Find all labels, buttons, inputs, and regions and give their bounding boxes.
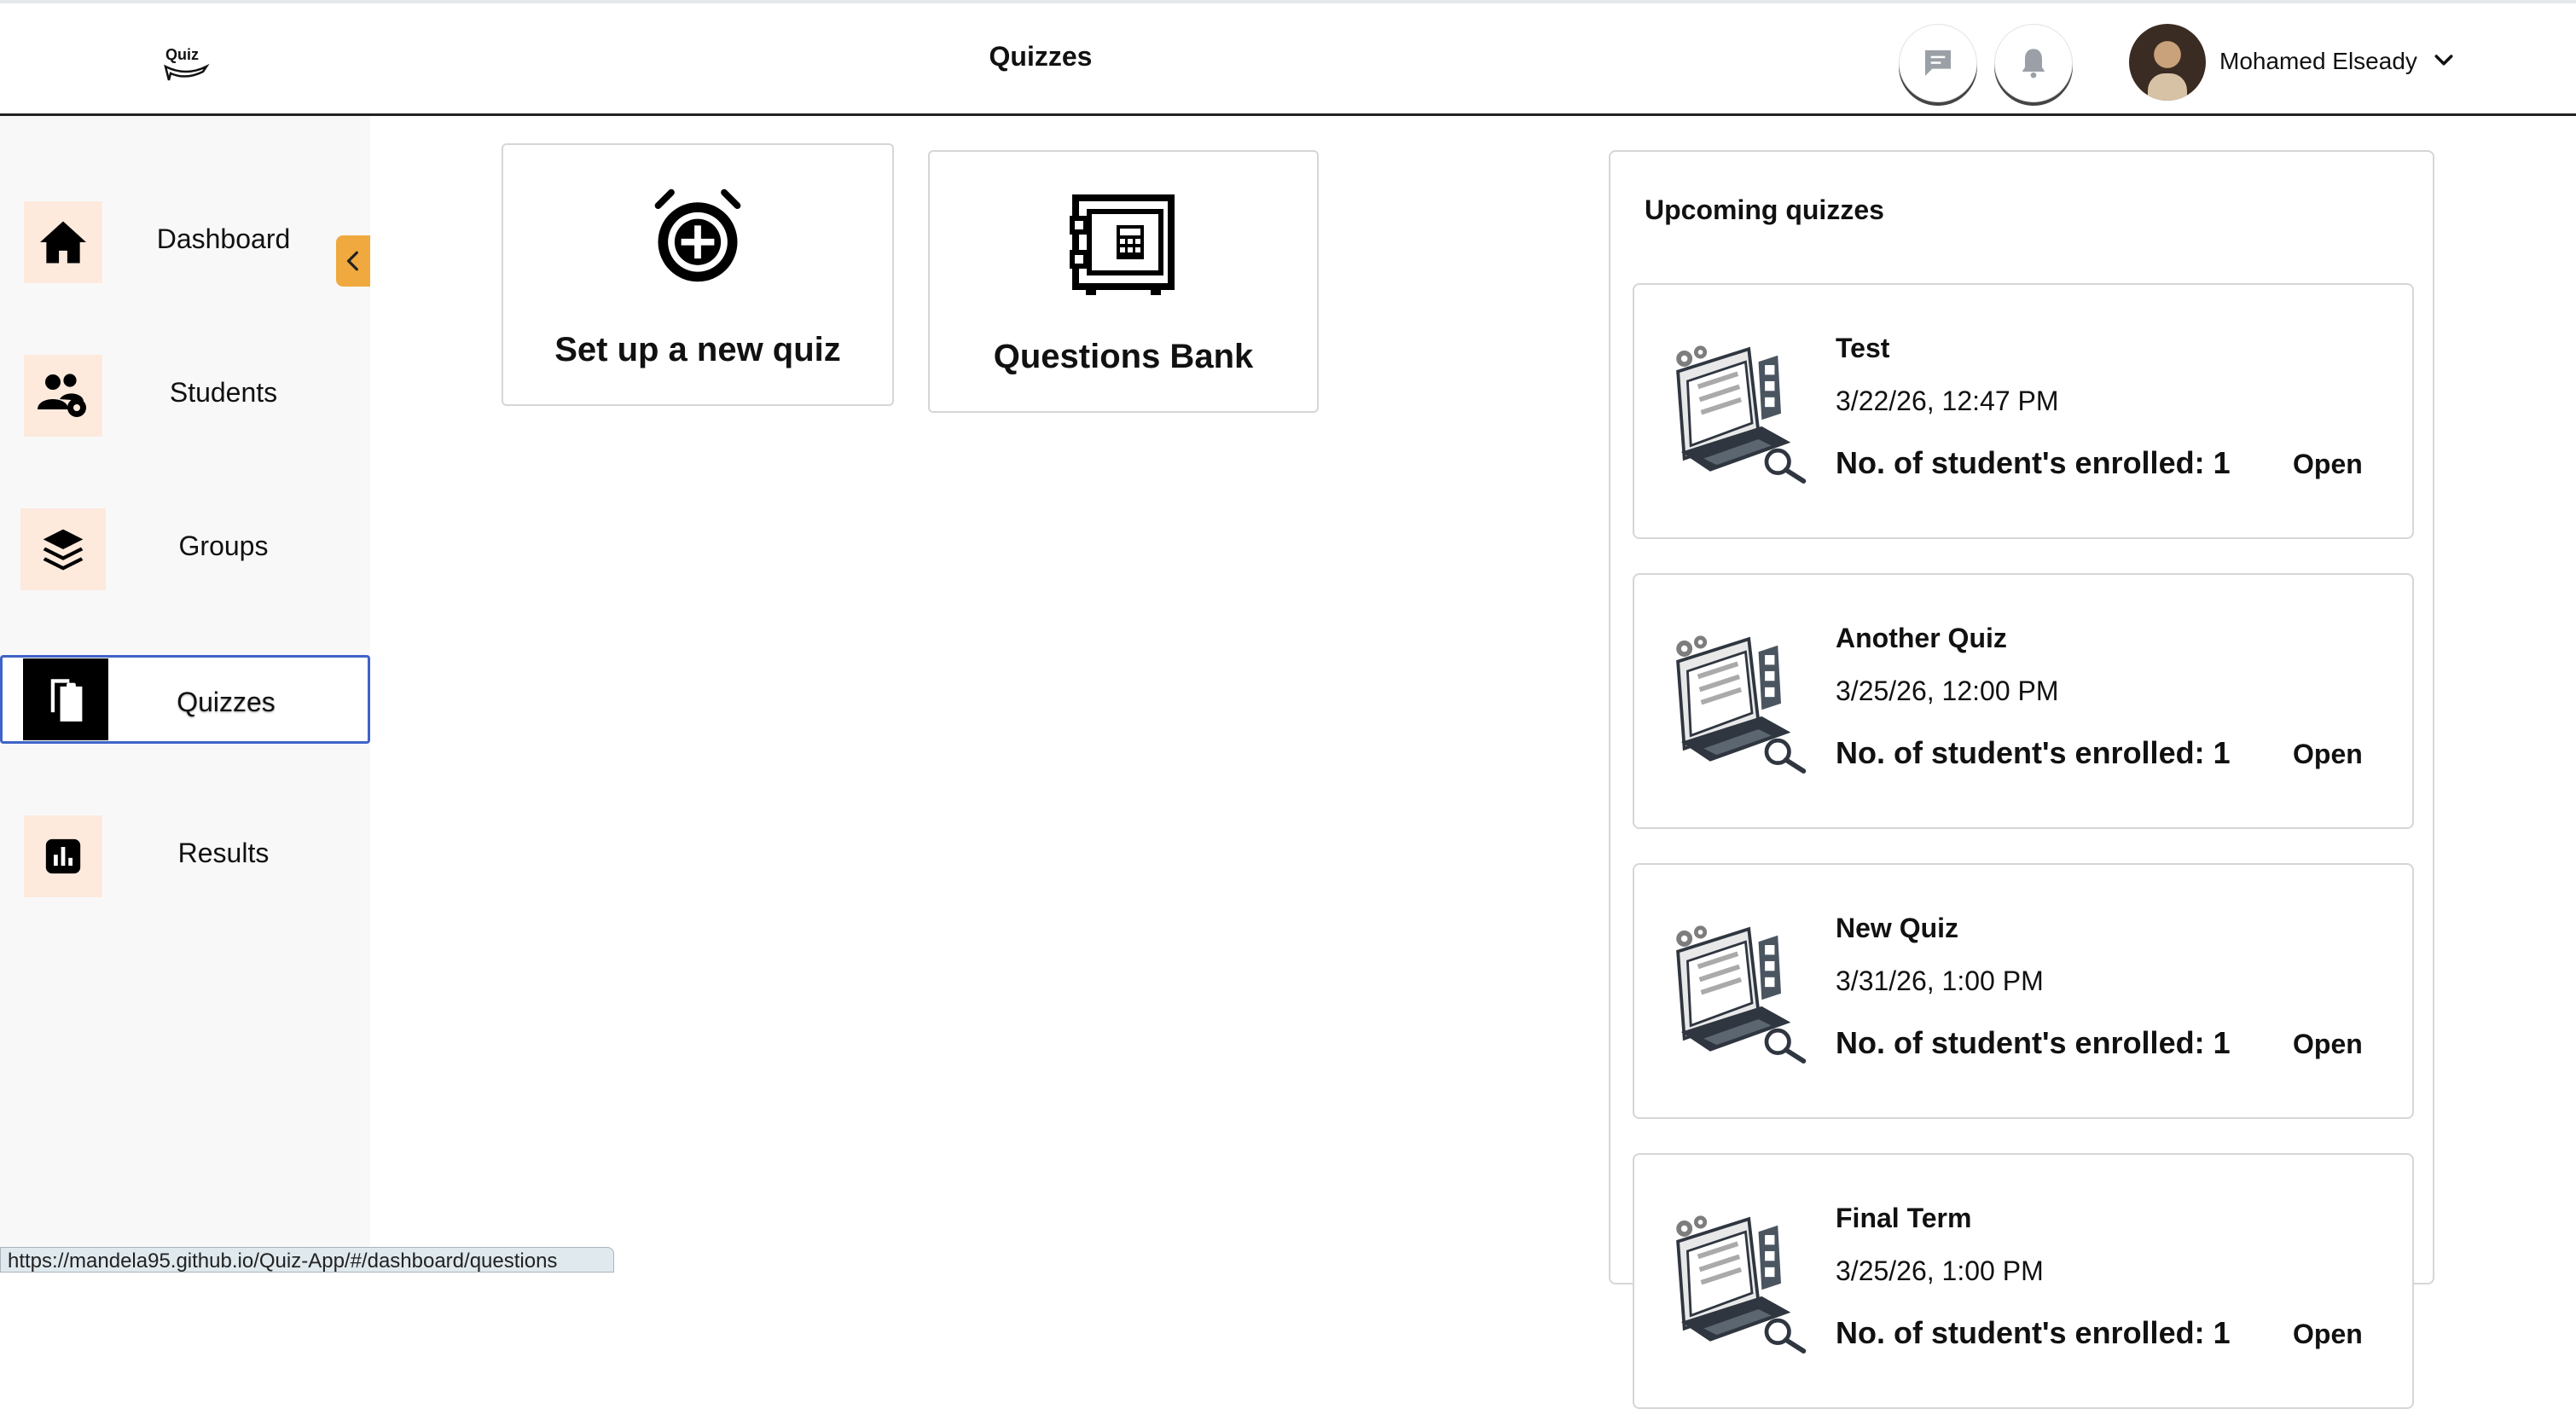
- sidebar-item-label: Students: [169, 377, 278, 408]
- students-icon: [38, 374, 86, 417]
- quiz-card: Test 3/22/26, 12:47 PM No. of student's …: [1633, 283, 2414, 539]
- upcoming-quizzes-title: Upcoming quizzes: [1645, 194, 1884, 225]
- sidebar-item-label: Dashboard: [156, 223, 291, 254]
- bell-icon: [2022, 49, 2045, 78]
- messages-button[interactable]: [1899, 24, 1977, 102]
- message-icon: [1925, 50, 1951, 76]
- avatar[interactable]: [2129, 24, 2206, 101]
- quiz-enrolled-count: No. of student's enrolled: 1: [1836, 1315, 2231, 1350]
- sidebar-item-dashboard[interactable]: Dashboard: [0, 194, 370, 283]
- quiz-date: 3/22/26, 12:47 PM: [1836, 386, 2059, 416]
- new-quiz-card[interactable]: Set up a new quiz: [502, 143, 894, 406]
- quiz-card: Final Term 3/25/26, 1:00 PM No. of stude…: [1633, 1153, 2414, 1409]
- questions-bank-card[interactable]: Questions Bank: [928, 150, 1319, 413]
- clipboard-icon: [50, 679, 83, 722]
- notifications-button[interactable]: [1994, 24, 2073, 102]
- icon-box: [20, 508, 106, 590]
- quiz-date: 3/31/26, 1:00 PM: [1836, 965, 2044, 996]
- icon-box: [24, 815, 102, 897]
- questions-bank-label: Questions Bank: [993, 338, 1254, 375]
- layers-icon: [43, 529, 84, 571]
- chart-icon: [45, 838, 81, 874]
- home-icon: [40, 221, 86, 264]
- quiz-date: 3/25/26, 12:00 PM: [1836, 676, 2059, 706]
- sidebar-item-label: Results: [177, 838, 270, 868]
- icon-box: [24, 355, 102, 437]
- chevron-down-icon[interactable]: [2431, 48, 2457, 73]
- page-title: Quizzes: [989, 41, 1093, 72]
- quiz-logo[interactable]: Quiz: [160, 36, 213, 87]
- alarm-clock-icon: [654, 188, 741, 282]
- top-bar: Quiz Quizzes Mohamed Elseady: [0, 0, 2576, 116]
- quiz-title: Another Quiz: [1836, 623, 2007, 653]
- sidebar-item-students[interactable]: Students: [0, 348, 370, 437]
- new-quiz-label: Set up a new quiz: [554, 331, 841, 368]
- sidebar-item-groups[interactable]: Groups: [0, 502, 370, 590]
- quiz-enrolled-count: No. of student's enrolled: 1: [1836, 1025, 2231, 1060]
- quiz-date: 3/25/26, 1:00 PM: [1836, 1255, 2044, 1286]
- quiz-open-link[interactable]: Open: [2293, 739, 2363, 770]
- quiz-illustration-icon: [1676, 345, 1807, 484]
- quiz-enrolled-count: No. of student's enrolled: 1: [1836, 735, 2231, 770]
- icon-box: [23, 658, 108, 740]
- sidebar-item-label: Quizzes: [177, 687, 276, 717]
- quiz-title: New Quiz: [1836, 913, 1959, 943]
- sidebar-item-results[interactable]: Results: [0, 809, 370, 897]
- quiz-open-link[interactable]: Open: [2293, 1319, 2363, 1350]
- upcoming-quizzes-panel: Upcoming quizzes Test 3/22/26, 12:47 PM …: [1609, 150, 2434, 1409]
- quiz-open-link[interactable]: Open: [2293, 1029, 2363, 1060]
- quiz-illustration-icon: [1676, 635, 1807, 774]
- quiz-open-link[interactable]: Open: [2293, 449, 2363, 480]
- quiz-title: Test: [1836, 333, 1890, 363]
- svg-text:Quiz: Quiz: [165, 46, 199, 63]
- link-preview-url: https://mandela95.github.io/Quiz-App/#/d…: [0, 1247, 614, 1273]
- icon-box: [24, 201, 102, 283]
- safe-icon: [1070, 194, 1175, 295]
- quiz-card: Another Quiz 3/25/26, 12:00 PM No. of st…: [1633, 573, 2414, 829]
- user-name[interactable]: Mohamed Elseady: [2219, 48, 2417, 75]
- quiz-card: New Quiz 3/31/26, 1:00 PM No. of student…: [1633, 863, 2414, 1119]
- quiz-illustration-icon: [1676, 1215, 1807, 1354]
- quiz-title: Final Term: [1836, 1203, 1972, 1233]
- sidebar: Dashboard Students Groups Quizzes Result…: [0, 116, 370, 1273]
- quiz-illustration-icon: [1676, 925, 1807, 1064]
- quiz-enrolled-count: No. of student's enrolled: 1: [1836, 445, 2231, 480]
- sidebar-item-label: Groups: [178, 531, 269, 561]
- sidebar-item-quizzes[interactable]: Quizzes: [0, 655, 370, 744]
